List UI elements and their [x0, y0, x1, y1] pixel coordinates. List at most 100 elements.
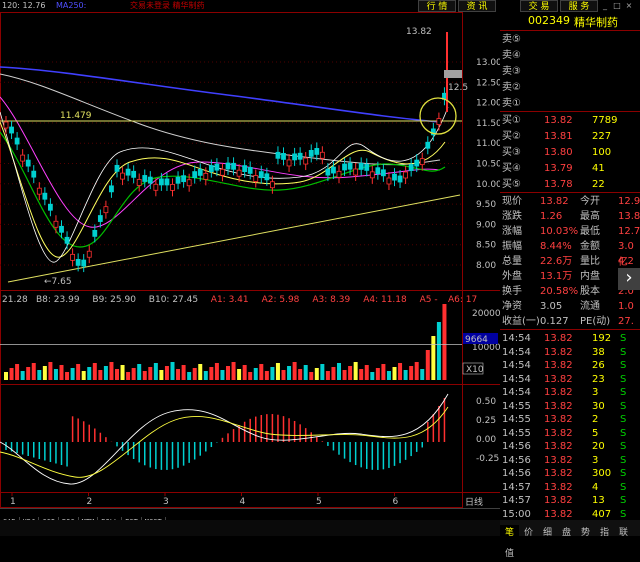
bid-row[interactable]: 买③ 13.80 100	[500, 145, 640, 161]
panel-tab[interactable]: 值	[500, 546, 519, 562]
stat-row[interactable]: 涨跌 1.26 最高 13.8	[500, 209, 640, 225]
stat-label: 外盘	[502, 271, 522, 282]
bid-row[interactable]: 买① 13.82 7789	[500, 113, 640, 129]
panel-tab[interactable]: 联	[614, 525, 633, 541]
panel-tab[interactable]: 细	[538, 525, 557, 541]
vol-tick: 20000	[472, 309, 500, 319]
support-trendline	[7, 194, 461, 283]
bid-label: 买①	[502, 115, 521, 126]
ask-row[interactable]: 卖②	[500, 80, 640, 96]
stock-name: 精华制药	[574, 16, 618, 29]
current-price-box	[444, 70, 462, 78]
bid-volume: 41	[592, 163, 605, 174]
bid-row[interactable]: 买② 13.81 227	[500, 129, 640, 145]
price-tick: 11.50	[476, 119, 500, 129]
trade-button[interactable]: 交 易	[520, 0, 558, 12]
stat-value: 3.05	[540, 301, 563, 312]
panel-tab[interactable]: 笔	[500, 525, 519, 541]
ma-value: A2: 5.98	[262, 295, 300, 305]
chart-frame	[0, 12, 463, 508]
ask-row[interactable]: 卖①	[500, 96, 640, 112]
chart-scrollbar[interactable]	[0, 520, 500, 536]
quote-panel: 002349 精华制药 卖⑤ 卖④ 卖③ 卖② 卖① 买① 13.82 7789 买② 13.8…	[500, 12, 640, 520]
price-axis: 13.00 12.50 12.00 11.50 11.00 10.50 10.00 9.50 9…	[476, 58, 500, 271]
news-button[interactable]: 资 讯	[458, 0, 496, 12]
bid-label: 买②	[502, 131, 521, 142]
vol-value: 9664	[465, 335, 488, 345]
stat-label: 总量	[502, 256, 522, 267]
dif-line	[0, 393, 449, 485]
stat-label: 收益(一)	[502, 316, 540, 327]
stat-label: 流通	[580, 301, 600, 312]
ma250-label: MA250:	[56, 1, 87, 10]
stat-value: 13.8	[618, 211, 640, 222]
price-tick: 13.00	[476, 58, 500, 68]
stat-value: 22.6万	[540, 256, 573, 267]
panel-tab[interactable]: 价	[519, 525, 538, 541]
macd-tick: 0.25	[476, 416, 496, 426]
ask-label: 卖③	[502, 66, 521, 77]
stat-label: 振幅	[502, 241, 522, 252]
stat-label: 换手	[502, 286, 522, 297]
period-label[interactable]: 日线	[465, 496, 483, 508]
stat-label: 量比	[580, 256, 600, 267]
stat-row[interactable]: 现价 13.82 今开 12.9	[500, 194, 640, 210]
price-tick: 12.50	[476, 78, 500, 88]
stat-label: 金额	[580, 241, 600, 252]
ma-value: A6: 17	[448, 295, 477, 305]
stat-label: 股本	[580, 286, 600, 297]
stock-header: 002349 精华制药	[500, 12, 640, 31]
month-axis: 1 2 3 4 5 6	[10, 492, 399, 507]
low-price-label: ←7.65	[44, 277, 72, 287]
cursor-info: 120: 12.76	[2, 1, 46, 10]
ma-value: B10: 27.45	[149, 295, 198, 305]
ask-row[interactable]: 卖③	[500, 64, 640, 80]
bid-price: 13.81	[544, 131, 573, 142]
stat-value: 1.26	[540, 211, 563, 222]
stat-row[interactable]: 振幅 8.44% 金额 3.0亿	[500, 239, 640, 268]
panel-tab[interactable]: 势	[576, 525, 595, 541]
chevron-right-icon[interactable]: ›	[618, 268, 640, 290]
price-tick: 11.00	[476, 139, 500, 149]
price-tick: 8.00	[476, 261, 496, 271]
macd-histogram	[5, 398, 446, 470]
stat-row[interactable]: 净资 3.05 流通 1.0	[500, 299, 640, 315]
kline-chart[interactable]: 13.0012.5012.0011.5011.0010.5010.009.509…	[0, 12, 500, 508]
ma-value: B9: 25.90	[92, 295, 136, 305]
bid-row[interactable]: 买⑤ 13.78 22	[500, 177, 640, 193]
close-icon[interactable]: ×	[624, 1, 634, 11]
ma-value: A1: 3.41	[211, 295, 249, 305]
stat-value: 0.127	[540, 316, 569, 327]
panel-tab[interactable]: 指	[595, 525, 614, 541]
stat-row[interactable]: 涨幅 10.03% 最低 12.7	[500, 224, 640, 240]
month-label: 2	[87, 497, 93, 507]
vol-unit: X10	[466, 365, 484, 375]
ask-label: 卖⑤	[502, 34, 521, 45]
stat-value: 1.0	[618, 301, 634, 312]
stat-label: 净资	[502, 301, 522, 312]
stat-value: 12.9	[618, 196, 640, 207]
market-button[interactable]: 行 情	[418, 0, 456, 12]
stat-row[interactable]: 收益(一) 0.127 PE(动) 27.	[500, 314, 640, 330]
ask-label: 卖④	[502, 50, 521, 61]
stat-value: 10.03%	[540, 226, 579, 237]
ask-row[interactable]: 卖④	[500, 48, 640, 64]
stat-label: 涨跌	[502, 211, 522, 222]
price-tick: 12.00	[476, 99, 500, 109]
stat-label: 涨幅	[502, 226, 522, 237]
restore-icon[interactable]: □	[612, 1, 622, 11]
resistance-label: 11.479	[60, 111, 92, 121]
stat-label: 现价	[502, 196, 522, 207]
stat-label: 最低	[580, 226, 600, 237]
price-tick: 10.00	[476, 180, 500, 190]
minimize-icon[interactable]: _	[600, 1, 610, 11]
ask-row[interactable]: 卖⑤	[500, 32, 640, 48]
service-button[interactable]: 服 务	[560, 0, 598, 12]
macd-tick: 0.00	[476, 435, 496, 445]
stat-label: 内盘	[580, 271, 600, 282]
ma-value: A3: 8.39	[312, 295, 350, 305]
panel-tab[interactable]: 盘	[557, 525, 576, 541]
bid-row[interactable]: 买④ 13.79 41	[500, 161, 640, 177]
macd-axis: 0.50 0.25 0.00 -0.25	[476, 397, 499, 464]
stock-code: 002349	[528, 14, 570, 27]
